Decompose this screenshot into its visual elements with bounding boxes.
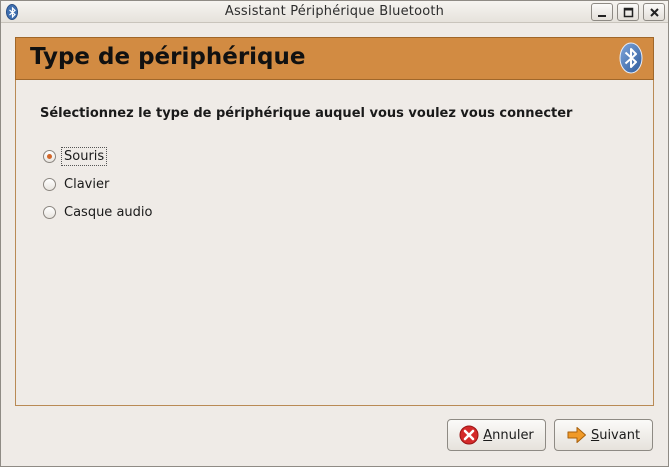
header-banner: Type de périphérique: [15, 37, 654, 80]
minimize-icon: [598, 15, 606, 17]
content-panel: Sélectionnez le type de périphérique auq…: [15, 80, 654, 406]
radio-button-headset[interactable]: [43, 205, 56, 219]
page-title: Type de périphérique: [30, 44, 306, 70]
arrow-right-icon: [567, 427, 586, 443]
radio-label-headset: Casque audio: [64, 204, 153, 220]
close-button[interactable]: [643, 3, 665, 21]
next-button-label: Suivant: [590, 427, 641, 443]
radio-button-mouse[interactable]: [43, 149, 56, 163]
bluetooth-wizard-window: Assistant Périphérique Bluetooth Type de…: [0, 0, 669, 467]
radio-label-keyboard: Clavier: [64, 176, 110, 192]
radio-option-keyboard[interactable]: Clavier: [43, 174, 111, 194]
cancel-button[interactable]: Annuler: [447, 419, 546, 451]
cancel-x-icon: [459, 425, 479, 445]
title-bar[interactable]: Assistant Périphérique Bluetooth: [1, 1, 668, 23]
next-button[interactable]: Suivant: [554, 419, 653, 451]
bluetooth-logo-icon: [619, 42, 643, 74]
radio-button-keyboard[interactable]: [43, 177, 56, 191]
window-title: Assistant Périphérique Bluetooth: [224, 4, 445, 19]
maximize-button[interactable]: [617, 3, 639, 21]
prompt-text: Sélectionnez le type de périphérique auq…: [40, 106, 573, 121]
radio-option-headset[interactable]: Casque audio: [43, 202, 154, 222]
radio-option-mouse[interactable]: Souris: [43, 146, 108, 166]
close-icon: [650, 8, 659, 17]
maximize-icon: [623, 7, 634, 18]
minimize-button[interactable]: [591, 3, 613, 21]
radio-label-mouse: Souris: [60, 146, 108, 166]
cancel-button-label: Annuler: [483, 427, 534, 443]
